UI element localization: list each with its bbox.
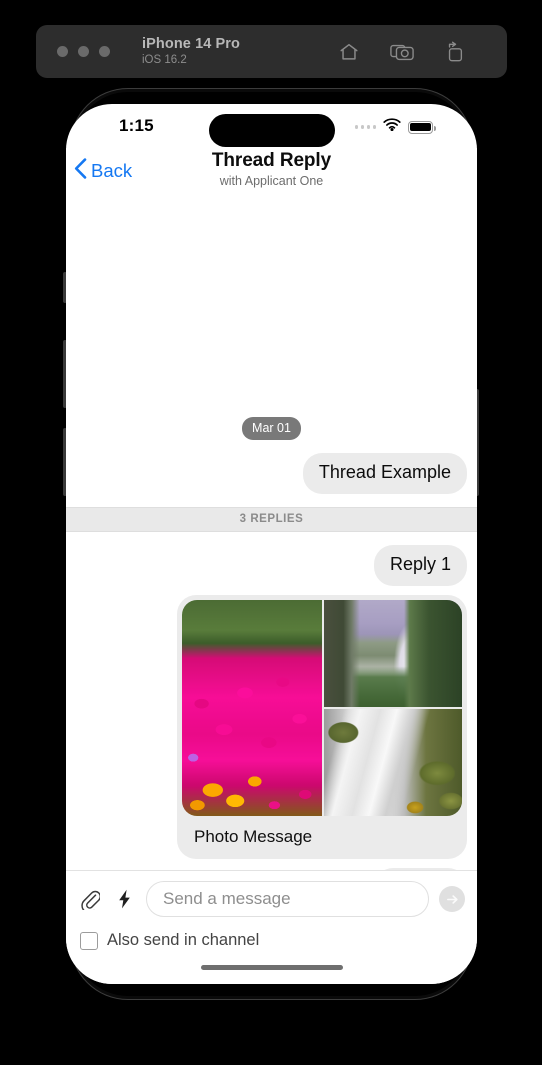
maximize-window-button[interactable] xyxy=(99,46,110,57)
back-button[interactable]: Back xyxy=(74,158,132,184)
simulator-actions xyxy=(337,39,467,65)
photo-waterfall-blackwhite[interactable] xyxy=(324,709,462,816)
message-row-reply-1: Reply 1 xyxy=(66,545,477,586)
simulator-device-name: iPhone 14 Pro xyxy=(142,36,240,53)
home-icon[interactable] xyxy=(337,39,361,65)
cellular-signal-icon xyxy=(354,125,376,129)
navigation-bar: Back Thread Reply with Applicant One xyxy=(66,148,477,194)
message-row-reply-3: Reply 3 xyxy=(66,868,477,870)
chevron-left-icon xyxy=(74,158,87,184)
home-indicator-area xyxy=(66,950,477,984)
status-bar-time: 1:15 xyxy=(119,116,154,135)
message-composer: Also send in channel xyxy=(66,870,477,950)
screenshot-root: iPhone 14 Pro iOS 16.2 1:15 Back Thread … xyxy=(0,0,542,1065)
ios-status-bar: 1:15 xyxy=(66,104,477,148)
date-separator-row: Mar 01 xyxy=(66,409,477,440)
paperclip-icon[interactable] xyxy=(78,886,102,912)
message-row-photo: Photo Message xyxy=(66,595,477,859)
window-traffic-lights[interactable] xyxy=(57,46,110,57)
phone-screen: 1:15 Back Thread Reply with Applicant On… xyxy=(66,104,477,984)
replies-divider-label: 3 REPLIES xyxy=(66,507,477,532)
also-send-in-channel-label: Also send in channel xyxy=(107,931,260,949)
lightning-bolt-icon[interactable] xyxy=(112,886,136,912)
rotate-icon[interactable] xyxy=(443,39,467,65)
simulator-toolbar: iPhone 14 Pro iOS 16.2 xyxy=(36,25,507,78)
photo-waterfall-purple-sky[interactable] xyxy=(324,600,462,707)
replies-divider-row: 3 REPLIES xyxy=(66,507,477,532)
home-indicator[interactable] xyxy=(200,964,343,970)
simulator-titles: iPhone 14 Pro iOS 16.2 xyxy=(142,36,240,67)
back-button-label: Back xyxy=(91,160,133,181)
message-bubble-photo[interactable]: Photo Message xyxy=(177,595,467,859)
battery-icon xyxy=(408,120,436,134)
page-title: Thread Reply xyxy=(211,150,332,172)
message-list[interactable]: Mar 01 Thread Example 3 REPLIES Reply 1 xyxy=(66,194,477,870)
message-bubble-reply-1[interactable]: Reply 1 xyxy=(373,545,467,586)
page-subtitle: with Applicant One xyxy=(219,174,324,189)
message-input[interactable] xyxy=(146,881,429,917)
send-button[interactable] xyxy=(439,886,465,912)
navigation-titles: Thread Reply with Applicant One xyxy=(211,150,332,189)
photo-attachment-grid[interactable] xyxy=(182,600,462,816)
parent-message-row: Thread Example xyxy=(66,453,477,494)
photo-message-caption: Photo Message xyxy=(194,827,313,846)
also-send-in-channel-checkbox[interactable] xyxy=(80,931,98,950)
minimize-window-button[interactable] xyxy=(78,46,89,57)
screenshot-camera-icon[interactable] xyxy=(390,39,414,65)
message-list-spacer xyxy=(66,194,477,409)
message-bubble-reply-3[interactable]: Reply 3 xyxy=(373,868,467,870)
photo-pink-flowers[interactable] xyxy=(182,600,322,816)
composer-input-row xyxy=(78,881,465,917)
close-window-button[interactable] xyxy=(57,46,68,57)
status-bar-indicators xyxy=(354,118,436,136)
also-send-in-channel-row[interactable]: Also send in channel xyxy=(78,917,465,950)
message-bubble-parent[interactable]: Thread Example xyxy=(302,453,467,494)
simulator-os-version: iOS 16.2 xyxy=(142,53,187,66)
dynamic-island xyxy=(208,114,335,147)
wifi-icon xyxy=(383,118,401,136)
date-separator: Mar 01 xyxy=(242,417,301,440)
